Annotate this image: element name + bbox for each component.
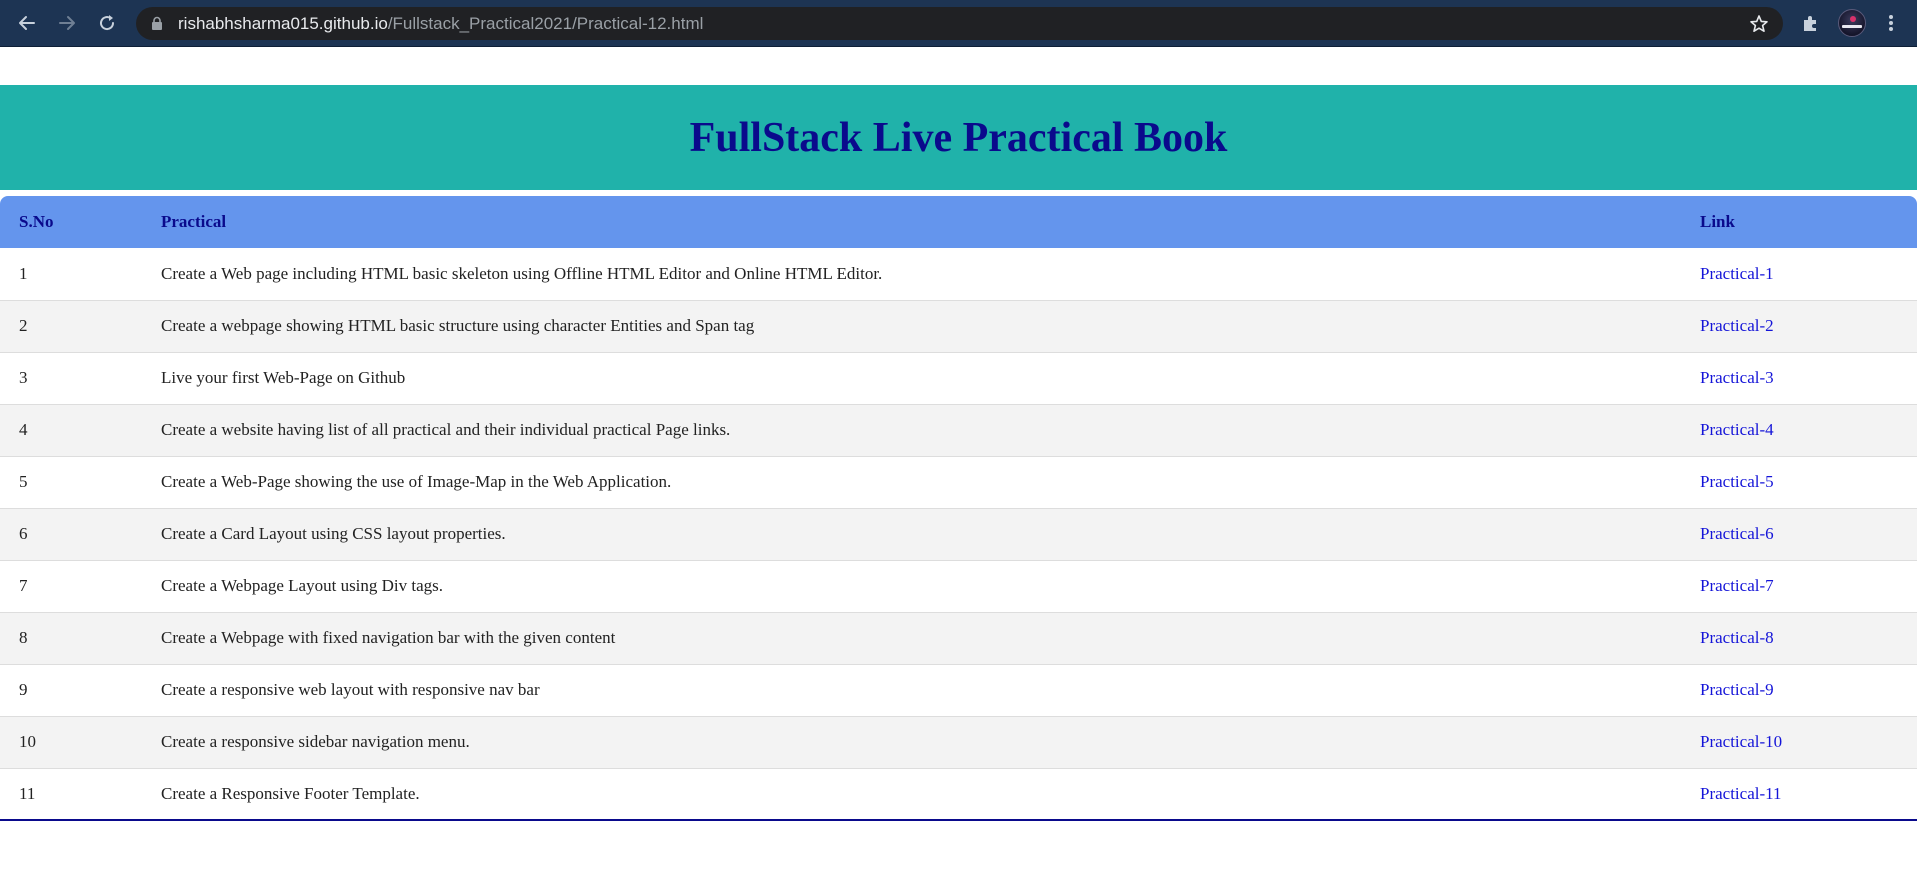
avatar-band — [1842, 25, 1862, 28]
practical-link[interactable]: Practical-1 — [1700, 264, 1774, 283]
cell-practical: Live your first Web-Page on Github — [161, 368, 406, 387]
table-row: 9 Create a responsive web layout with re… — [0, 664, 1917, 716]
cell-practical: Create a Card Layout using CSS layout pr… — [161, 524, 506, 543]
address-bar[interactable]: rishabhsharma015.github.io/Fullstack_Pra… — [136, 7, 1783, 40]
practical-table-container: S.No Practical Link 1 Create a Web page … — [0, 196, 1917, 821]
practical-link[interactable]: Practical-4 — [1700, 420, 1774, 439]
forward-icon — [59, 16, 75, 30]
forward-button[interactable] — [54, 10, 80, 36]
back-button[interactable] — [14, 10, 40, 36]
page-banner: FullStack Live Practical Book — [0, 85, 1917, 190]
back-icon — [19, 16, 35, 30]
practical-link[interactable]: Practical-11 — [1700, 784, 1782, 803]
table-row: 4 Create a website having list of all pr… — [0, 404, 1917, 456]
lock-icon — [152, 16, 162, 30]
practical-link[interactable]: Practical-3 — [1700, 368, 1774, 387]
table-row: 5 Create a Web-Page showing the use of I… — [0, 456, 1917, 508]
cell-sno: 1 — [19, 263, 28, 283]
cell-practical: Create a Responsive Footer Template. — [161, 783, 420, 803]
cell-practical: Create a Web-Page showing the use of Ima… — [161, 472, 672, 491]
cell-sno: 7 — [19, 576, 28, 595]
extensions-icon[interactable] — [1800, 12, 1822, 34]
cell-sno: 6 — [19, 524, 28, 543]
cell-sno: 4 — [19, 420, 28, 439]
cell-sno: 10 — [19, 732, 36, 751]
cell-sno: 8 — [19, 628, 28, 647]
table-row: 6 Create a Card Layout using CSS layout … — [0, 508, 1917, 560]
practical-link[interactable]: Practical-5 — [1700, 472, 1774, 491]
practical-link[interactable]: Practical-8 — [1700, 628, 1774, 647]
table-row: 3 Live your first Web-Page on Github Pra… — [0, 352, 1917, 404]
cell-practical: Create a webpage showing HTML basic stru… — [161, 316, 755, 335]
star-icon[interactable] — [1749, 14, 1769, 34]
browser-toolbar: rishabhsharma015.github.io/Fullstack_Pra… — [0, 0, 1917, 47]
header-link: Link — [1700, 212, 1735, 231]
practical-link[interactable]: Practical-2 — [1700, 316, 1774, 335]
header-sno: S.No — [19, 212, 54, 231]
table-row: 7 Create a Webpage Layout using Div tags… — [0, 560, 1917, 612]
page-title: FullStack Live Practical Book — [689, 114, 1228, 161]
cell-sno: 5 — [19, 472, 28, 491]
menu-icon[interactable] — [1883, 12, 1899, 34]
url-text: rishabhsharma015.github.io/Fullstack_Pra… — [178, 14, 703, 34]
table-header-row: S.No Practical Link — [0, 196, 1917, 248]
cell-sno: 3 — [19, 368, 28, 387]
practical-link[interactable]: Practical-7 — [1700, 576, 1774, 595]
avatar[interactable] — [1838, 9, 1866, 37]
table-row: 11 Create a Responsive Footer Template. … — [0, 768, 1917, 820]
practical-link[interactable]: Practical-6 — [1700, 524, 1774, 543]
cell-practical: Create a Webpage Layout using Div tags. — [161, 576, 444, 595]
cell-practical: Create a Webpage with fixed navigation b… — [161, 628, 616, 647]
cell-practical: Create a responsive sidebar navigation m… — [161, 732, 470, 751]
reload-icon — [100, 15, 115, 31]
cell-practical: Create a Web page including HTML basic s… — [161, 263, 883, 283]
table-row: 10 Create a responsive sidebar navigatio… — [0, 716, 1917, 768]
practical-table: S.No Practical Link 1 Create a Web page … — [0, 196, 1917, 821]
cell-sno: 2 — [19, 316, 28, 335]
cell-practical: Create a website having list of all prac… — [161, 420, 731, 439]
cell-practical: Create a responsive web layout with resp… — [161, 680, 540, 699]
avatar-dot — [1850, 16, 1856, 22]
url-host: rishabhsharma015.github.io — [178, 14, 388, 33]
table-row: 2 Create a webpage showing HTML basic st… — [0, 300, 1917, 352]
url-path: /Fullstack_Practical2021/Practical-12.ht… — [387, 14, 704, 33]
table-row: 8 Create a Webpage with fixed navigation… — [0, 612, 1917, 664]
reload-button[interactable] — [94, 10, 120, 36]
practical-link[interactable]: Practical-9 — [1700, 680, 1774, 699]
cell-sno: 9 — [19, 680, 28, 699]
header-practical: Practical — [161, 212, 227, 231]
cell-sno: 11 — [19, 783, 36, 803]
table-row: 1 Create a Web page including HTML basic… — [0, 248, 1917, 300]
practical-link[interactable]: Practical-10 — [1700, 732, 1782, 751]
